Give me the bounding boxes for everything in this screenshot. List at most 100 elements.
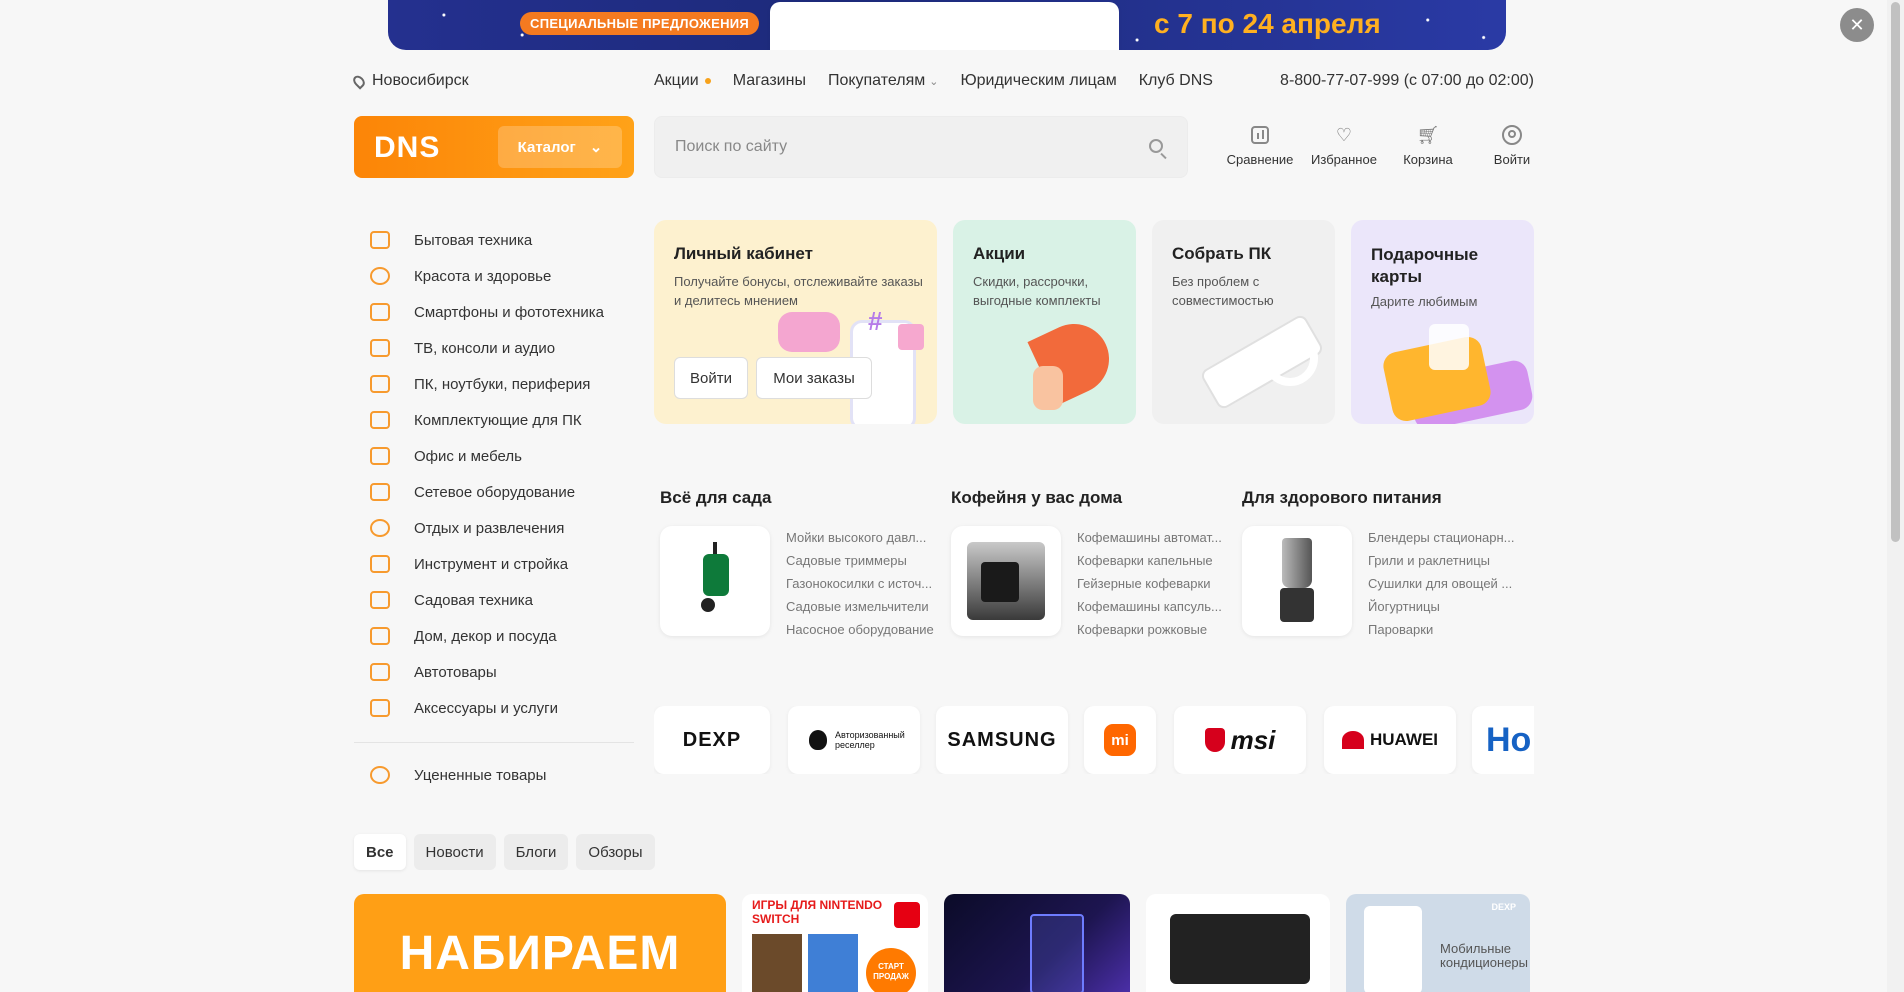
login-button[interactable]: Войти bbox=[1470, 124, 1554, 167]
coffee-machine-image[interactable] bbox=[951, 526, 1061, 636]
nav-link-label: Юридическим лицам bbox=[960, 72, 1117, 89]
news-tile-monitor[interactable] bbox=[1146, 894, 1330, 992]
theme-link[interactable]: Садовые триммеры bbox=[786, 553, 938, 576]
sidebar-item-home[interactable]: Дом, декор и посуда bbox=[354, 618, 634, 654]
lawnmower-icon bbox=[370, 591, 390, 609]
catalog-button[interactable]: Каталог ⌄ bbox=[498, 126, 622, 168]
dns-logo[interactable]: DNS bbox=[374, 131, 440, 165]
pc-case-image bbox=[1030, 914, 1084, 992]
top-nav: Новосибирск Акции Магазины Покупателям ⌄ … bbox=[350, 70, 1534, 94]
theme-link[interactable]: Кофеварки рожковые bbox=[1077, 622, 1229, 645]
favorites-button[interactable]: ♡ Избранное bbox=[1302, 124, 1386, 168]
brand-huawei[interactable]: HUAWEI bbox=[1324, 706, 1456, 774]
theme-link[interactable]: Блендеры стационарн... bbox=[1368, 530, 1520, 553]
tab-news[interactable]: Новости bbox=[413, 834, 496, 870]
news-tile-hiring[interactable]: НАБИРАЕМ bbox=[354, 894, 726, 992]
sidebar-item-office[interactable]: Офис и мебель bbox=[354, 438, 634, 474]
pressure-washer-image[interactable] bbox=[660, 526, 770, 636]
news-tile-pc-build[interactable] bbox=[944, 894, 1130, 992]
brand-dexp[interactable]: DEXP bbox=[654, 706, 770, 774]
scrollbar[interactable] bbox=[1887, 0, 1904, 992]
sidebar-item-label: Аксессуары и услуги bbox=[414, 699, 559, 717]
sidebar-item-leisure[interactable]: Отдых и развлечения bbox=[354, 510, 634, 546]
cart-label: Корзина bbox=[1403, 152, 1453, 167]
brand-xiaomi[interactable]: mi bbox=[1084, 706, 1156, 774]
theme-link[interactable]: Грили и раклетницы bbox=[1368, 553, 1520, 576]
brand-apple[interactable]: Авторизованный реселлер bbox=[788, 706, 920, 774]
sidebar-item-beauty[interactable]: Красота и здоровье bbox=[354, 258, 634, 294]
sidebar-item-label: Садовая техника bbox=[414, 591, 533, 609]
theme-link[interactable]: Сушилки для овощей ... bbox=[1368, 576, 1520, 599]
theme-title[interactable]: Кофейня у вас дома bbox=[951, 488, 1235, 508]
sidebar-item-pc[interactable]: ПК, ноутбуки, периферия bbox=[354, 366, 634, 402]
nav-link-club[interactable]: Клуб DNS bbox=[1139, 72, 1213, 90]
sidebar-item-discount[interactable]: Уцененные товары bbox=[354, 757, 634, 793]
sidebar-item-components[interactable]: Комплектующие для ПК bbox=[354, 402, 634, 438]
theme-link[interactable]: Кофеварки капельные bbox=[1077, 553, 1229, 576]
blender-image[interactable] bbox=[1242, 526, 1352, 636]
sidebar-item-label: Красота и здоровье bbox=[414, 267, 552, 285]
login-card-button[interactable]: Войти bbox=[674, 357, 748, 399]
theme-link[interactable]: Мойки высокого давл... bbox=[786, 530, 938, 553]
news-tile-nintendo[interactable]: ИГРЫ ДЛЯ NINTENDO SWITCH СТАРТ ПРОДАЖ bbox=[742, 894, 928, 992]
theme-title[interactable]: Всё для сада bbox=[660, 488, 944, 508]
cart-button[interactable]: 🛒︎ Корзина bbox=[1386, 124, 1470, 168]
sidebar-item-appliances[interactable]: Бытовая техника bbox=[354, 222, 634, 258]
brand-msi[interactable]: msi bbox=[1174, 706, 1306, 774]
apple-label: Авторизованный реселлер bbox=[835, 730, 905, 750]
theme-link[interactable]: Насосное оборудование bbox=[786, 622, 938, 645]
theme-link[interactable]: Кофемашины автомат... bbox=[1077, 530, 1229, 553]
my-orders-button[interactable]: Мои заказы bbox=[756, 357, 872, 399]
catalog-label: Каталог bbox=[517, 138, 576, 156]
phone-number[interactable]: 8-800-77-07-999 (с 07:00 до 02:00) bbox=[1280, 72, 1534, 90]
theme-link[interactable]: Йогуртницы bbox=[1368, 599, 1520, 622]
build-pc-card[interactable]: Собрать ПК Без проблем с совместимостью bbox=[1152, 220, 1335, 424]
theme-link[interactable]: Садовые измельчители bbox=[786, 599, 938, 622]
sidebar-item-label: ПК, ноутбуки, периферия bbox=[414, 375, 591, 393]
tab-reviews[interactable]: Обзоры bbox=[576, 834, 655, 870]
search-icon[interactable] bbox=[1149, 139, 1163, 153]
hairdryer-icon bbox=[370, 267, 390, 285]
sidebar-item-network[interactable]: Сетевое оборудование bbox=[354, 474, 634, 510]
sidebar-item-smartphones[interactable]: Смартфоны и фототехника bbox=[354, 294, 634, 330]
alert-icon bbox=[370, 766, 390, 784]
brand-samsung[interactable]: SAMSUNG bbox=[936, 706, 1068, 774]
sidebar-item-auto[interactable]: Автотовары bbox=[354, 654, 634, 690]
sidebar-item-tools[interactable]: Инструмент и стройка bbox=[354, 546, 634, 582]
theme-link[interactable]: Кофемашины капсуль... bbox=[1077, 599, 1229, 622]
scrollbar-thumb[interactable] bbox=[1891, 2, 1900, 542]
brand-honor[interactable]: Ho bbox=[1472, 706, 1534, 774]
hashtag-icon: # bbox=[868, 306, 883, 336]
tab-all[interactable]: Все bbox=[354, 834, 406, 870]
city-selector[interactable]: Новосибирск bbox=[350, 72, 469, 90]
theme-link[interactable]: Гейзерные кофеварки bbox=[1077, 576, 1229, 599]
nav-link-business[interactable]: Юридическим лицам bbox=[960, 72, 1116, 90]
close-banner-button[interactable]: ✕ bbox=[1840, 8, 1874, 42]
search-input[interactable] bbox=[655, 117, 1095, 177]
sidebar-item-garden[interactable]: Садовая техника bbox=[354, 582, 634, 618]
theme-link[interactable]: Пароварки bbox=[1368, 622, 1520, 645]
tile-headline: НАБИРАЕМ bbox=[399, 927, 681, 980]
promo-card[interactable]: Акции Скидки, рассрочки, выгодные компле… bbox=[953, 220, 1136, 424]
promo-banner[interactable]: СПЕЦИАЛЬНЫЕ ПРЕДЛОЖЕНИЯ КОСМО% ВЫГОДА с … bbox=[388, 0, 1506, 50]
tab-blogs[interactable]: Блоги bbox=[503, 834, 569, 870]
theme-title[interactable]: Для здорового питания bbox=[1242, 488, 1526, 508]
sidebar-item-tv[interactable]: ТВ, консоли и аудио bbox=[354, 330, 634, 366]
nav-link-stores[interactable]: Магазины bbox=[733, 72, 806, 90]
sidebar-item-label: Сетевое оборудование bbox=[414, 483, 576, 501]
apple-logo-icon bbox=[809, 730, 827, 750]
gift-cards-card[interactable]: Подарочные карты Дарите любимым bbox=[1351, 220, 1534, 424]
chevron-down-icon: ⌄ bbox=[929, 75, 939, 88]
compare-button[interactable]: Сравнение bbox=[1218, 124, 1302, 167]
personal-account-card[interactable]: Личный кабинет Получайте бонусы, отслежи… bbox=[654, 220, 937, 424]
nintendo-switch-icon bbox=[894, 902, 920, 928]
new-dot-icon bbox=[704, 78, 711, 84]
sidebar-item-accessories[interactable]: Аксессуары и услуги bbox=[354, 690, 634, 726]
sidebar-item-label: Автотовары bbox=[414, 663, 497, 681]
news-tile-air-conditioner[interactable]: DEXP Мобильные кондиционеры bbox=[1346, 894, 1530, 992]
tile-headline: Мобильные кондиционеры bbox=[1440, 941, 1529, 970]
nav-link-customers[interactable]: Покупателям ⌄ bbox=[828, 72, 939, 90]
nav-link-promos[interactable]: Акции bbox=[654, 72, 711, 90]
header-icons: Сравнение ♡ Избранное 🛒︎ Корзина Войти bbox=[1218, 124, 1554, 168]
theme-link[interactable]: Газонокосилки с источ... bbox=[786, 576, 938, 599]
